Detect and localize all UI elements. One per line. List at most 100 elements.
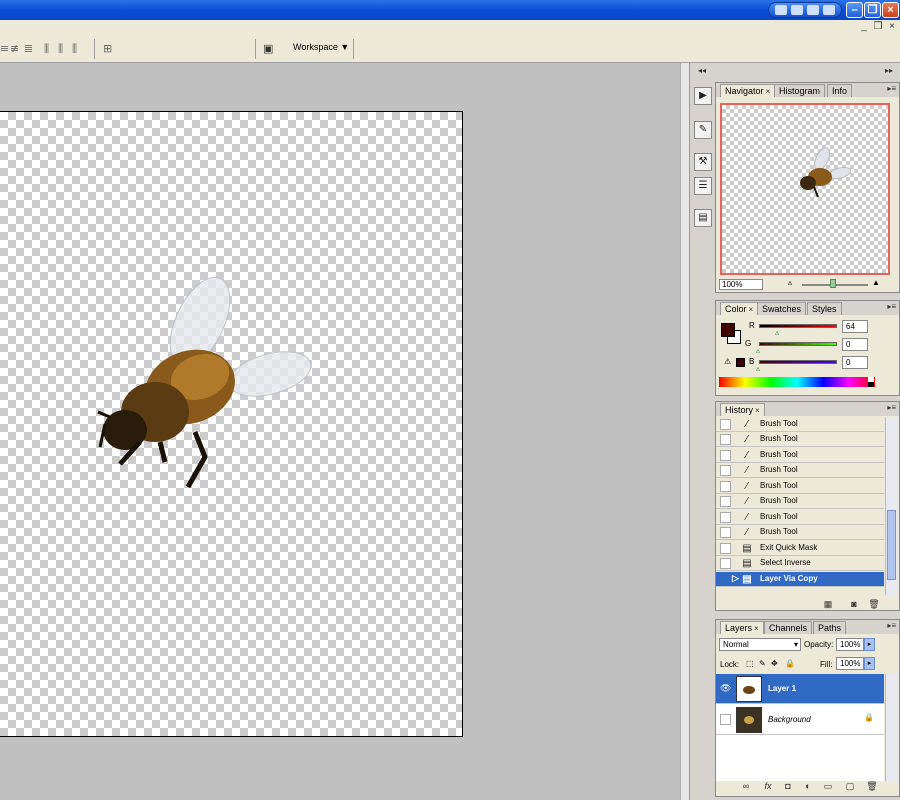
fill-slider-button[interactable]: ▸: [864, 657, 875, 670]
play-icon[interactable]: ▶: [694, 87, 712, 105]
new-layer-icon[interactable]: ▢: [844, 780, 856, 792]
history-snapshot-checkbox[interactable]: [720, 512, 731, 523]
tool-preset-icon[interactable]: ⚒: [694, 153, 712, 171]
list-item[interactable]: ⁄ Brush Tool: [716, 510, 884, 525]
green-channel-slider[interactable]: [759, 342, 837, 346]
trash-icon[interactable]: 🗑: [866, 780, 878, 792]
workspace-menu-button[interactable]: Workspace ▼: [293, 42, 349, 52]
gamut-color-swatch[interactable]: [736, 358, 745, 367]
canvas-vertical-scrollbar[interactable]: [680, 63, 689, 800]
navigator-zoom-field[interactable]: 100%: [719, 279, 763, 290]
layer-comps-icon[interactable]: ☰: [694, 177, 712, 195]
zoom-in-icon[interactable]: ▲: [872, 278, 880, 287]
info-icon[interactable]: ▤: [694, 209, 712, 227]
panel-menu-icon[interactable]: ▸≡: [887, 84, 896, 93]
align-vcenter-icon[interactable]: ≢: [10, 42, 19, 56]
lock-image-icon[interactable]: ✎: [759, 659, 766, 668]
new-group-icon[interactable]: ▭: [822, 780, 834, 792]
new-document-from-state-icon[interactable]: ▦: [822, 598, 834, 610]
distribute-right-icon[interactable]: ⫼: [72, 42, 77, 56]
blend-mode-select[interactable]: Normal ▾: [719, 638, 801, 651]
panel-menu-icon[interactable]: ▸≡: [887, 302, 896, 311]
navigator-preview[interactable]: [720, 103, 890, 275]
fill-field[interactable]: 100%: [836, 657, 864, 670]
doc-close-icon[interactable]: ×: [886, 21, 898, 33]
layer-style-icon[interactable]: fx: [762, 780, 774, 792]
close-tab-icon[interactable]: ×: [749, 305, 754, 314]
history-snapshot-checkbox[interactable]: [720, 434, 731, 445]
green-value-field[interactable]: 0: [842, 338, 868, 351]
lock-all-icon[interactable]: 🔒: [785, 659, 795, 668]
doc-restore-icon[interactable]: ❐: [872, 21, 884, 33]
close-window-button[interactable]: ×: [882, 2, 899, 18]
color-ramp-black[interactable]: [868, 382, 874, 387]
list-item[interactable]: ⁄ Brush Tool: [716, 448, 884, 463]
close-tab-icon[interactable]: ×: [755, 406, 760, 415]
eye-icon[interactable]: 👁: [720, 683, 731, 694]
align-bottom-icon[interactable]: ≣: [24, 42, 33, 56]
dock-collapse-icon[interactable]: ◂◂: [698, 66, 706, 75]
history-snapshot-checkbox[interactable]: [720, 527, 731, 538]
layer-mask-icon[interactable]: ◘: [782, 780, 794, 792]
list-item[interactable]: ⁄ Brush Tool: [716, 494, 884, 509]
zoom-slider-handle[interactable]: [830, 279, 836, 288]
list-item[interactable]: ▤ Exit Quick Mask: [716, 541, 884, 556]
lock-position-icon[interactable]: ✥: [771, 659, 778, 668]
out-of-gamut-warning-icon[interactable]: ⚠: [724, 357, 731, 366]
list-item[interactable]: ⁄ Brush Tool: [716, 417, 884, 432]
opacity-slider-button[interactable]: ▸: [864, 638, 875, 651]
distribute-left-icon[interactable]: ⫼: [44, 42, 49, 56]
panel-menu-icon[interactable]: ▸≡: [887, 621, 896, 630]
layer-row-layer-1[interactable]: 👁 Layer 1: [716, 674, 884, 704]
adjustment-layer-icon[interactable]: ◐: [802, 780, 814, 792]
align-top-icon[interactable]: ≡: [0, 42, 9, 56]
layer-row-background[interactable]: Background 🔒: [716, 705, 884, 735]
layers-scrollbar[interactable]: [885, 674, 898, 781]
tab-layers[interactable]: Layers ×: [720, 621, 764, 634]
tray-network-icon[interactable]: [791, 5, 803, 15]
history-snapshot-checkbox[interactable]: [720, 465, 731, 476]
list-item[interactable]: ⁄ Brush Tool: [716, 463, 884, 478]
lock-transparent-icon[interactable]: ⬚: [746, 659, 754, 668]
red-slider-handle[interactable]: ▵: [775, 328, 779, 337]
red-channel-slider[interactable]: [759, 324, 837, 328]
close-tab-icon[interactable]: ×: [754, 624, 759, 633]
distribute-hcenter-icon[interactable]: ⫼: [58, 42, 63, 56]
tab-navigator[interactable]: Navigator ×: [720, 84, 776, 97]
document-canvas[interactable]: [0, 111, 463, 737]
dock-expand-icon[interactable]: ▸▸: [885, 66, 893, 75]
history-snapshot-checkbox[interactable]: [720, 496, 731, 507]
trash-icon[interactable]: 🗑: [868, 598, 880, 610]
close-tab-icon[interactable]: ×: [766, 87, 771, 96]
file-browser-icon[interactable]: ▣: [263, 42, 273, 56]
doc-minimize-icon[interactable]: _: [858, 21, 870, 33]
green-slider-handle[interactable]: ▵: [756, 346, 760, 355]
list-item[interactable]: ⁄ Brush Tool: [716, 479, 884, 494]
minimize-window-button[interactable]: –: [846, 2, 863, 18]
blue-channel-slider[interactable]: [759, 360, 837, 364]
tab-styles[interactable]: Styles: [807, 302, 842, 315]
list-item[interactable]: ⁄ Brush Tool: [716, 432, 884, 447]
tab-color[interactable]: Color ×: [720, 302, 759, 315]
tab-paths[interactable]: Paths: [813, 621, 847, 634]
auto-align-icon[interactable]: ⊞: [103, 42, 112, 56]
red-value-field[interactable]: 64: [842, 320, 868, 333]
blue-value-field[interactable]: 0: [842, 356, 868, 369]
tab-info[interactable]: Info: [827, 84, 853, 97]
tray-display-icon[interactable]: [807, 5, 819, 15]
list-item[interactable]: ⁄ Brush Tool: [716, 525, 884, 540]
history-snapshot-checkbox[interactable]: [720, 481, 731, 492]
history-snapshot-checkbox[interactable]: [720, 419, 731, 430]
tab-swatches[interactable]: Swatches: [757, 302, 807, 315]
history-snapshot-checkbox[interactable]: [720, 450, 731, 461]
tray-app-icon[interactable]: [775, 5, 787, 15]
history-snapshot-checkbox[interactable]: [720, 558, 731, 569]
new-snapshot-icon[interactable]: ◙: [848, 598, 860, 610]
foreground-color-swatch[interactable]: [721, 323, 735, 337]
color-ramp[interactable]: [719, 377, 875, 387]
restore-window-button[interactable]: ❐: [864, 2, 881, 18]
brush-preset-icon[interactable]: ✎: [694, 121, 712, 139]
blue-slider-handle[interactable]: ▵: [756, 364, 760, 373]
tray-restore-icon[interactable]: [823, 5, 835, 15]
opacity-field[interactable]: 100%: [836, 638, 864, 651]
